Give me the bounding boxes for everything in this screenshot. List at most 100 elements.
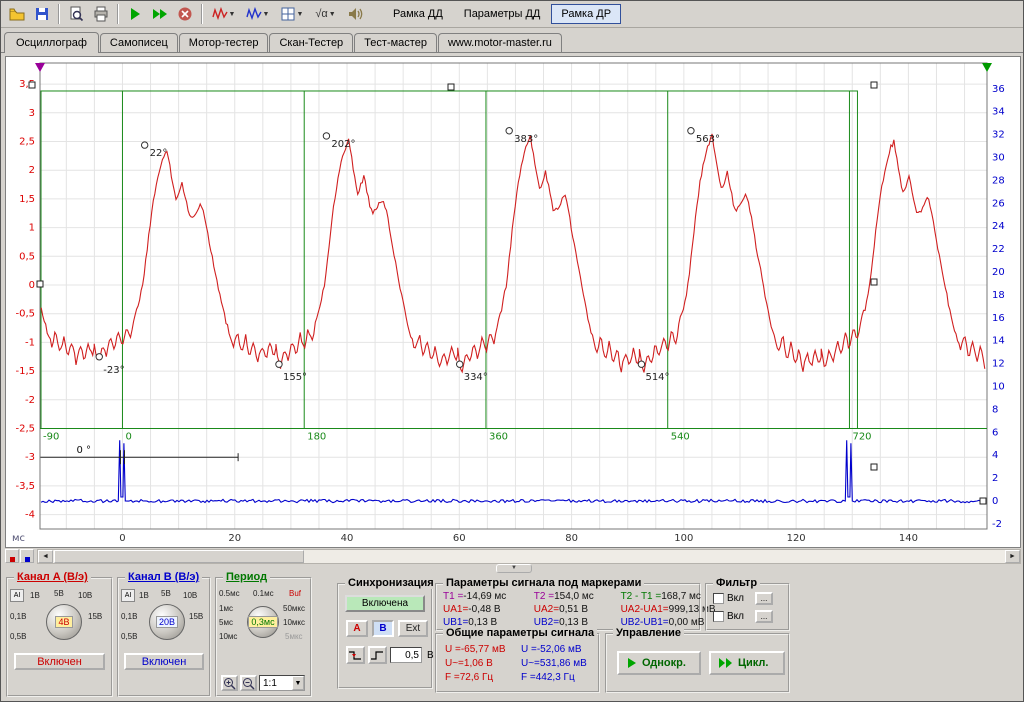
marker-params-group: Параметры сигнала под маркерами T1 =-14,… (435, 583, 701, 631)
horizontal-scrollbar[interactable]: ◄ ► (37, 549, 1021, 564)
channel-a-visibility-button[interactable] (5, 549, 19, 563)
left-axis-tick-label: -2 (25, 395, 35, 406)
start-button[interactable] (123, 3, 147, 25)
math-icon: √α (315, 8, 327, 20)
scale-label: 10мс (219, 632, 237, 641)
scrollbar-thumb[interactable] (54, 550, 304, 563)
zoom-in-icon (223, 677, 236, 690)
zoom-out-button[interactable] (240, 675, 257, 691)
period-knob[interactable]: 0,3мс (247, 606, 279, 638)
filter-a-checkbox[interactable] (713, 593, 724, 604)
zoom-out-icon (242, 677, 255, 690)
scale-label: 0,5В (121, 632, 137, 641)
drag-handle[interactable] (871, 82, 877, 88)
zoom-in-button[interactable] (221, 675, 238, 691)
left-axis-tick-label: 0,5 (19, 251, 35, 262)
signal-a-menu-button[interactable]: ▼ (207, 3, 240, 25)
peak-marker (506, 128, 512, 134)
scale-label: 10В (78, 591, 92, 600)
right-axis-tick-label: 20 (992, 267, 1005, 278)
oscilloscope-window: ▼ ▼ ▼ √α ▼ Рамка ДД Параметры ДД Рамка Д… (0, 0, 1024, 702)
signal-b-menu-button[interactable]: ▼ (241, 3, 274, 25)
filter-a-settings-button[interactable]: ... (755, 592, 773, 605)
frame-dr-button[interactable]: Рамка ДР (551, 4, 621, 24)
math-menu-button[interactable]: √α ▼ (309, 3, 342, 25)
save-file-button[interactable] (30, 3, 54, 25)
left-axis-tick-label: 0 (29, 280, 35, 291)
marker-ua-row: UA1=-0,48 В UA2=0,51 В UA2-UA1=999,13 мВ (443, 604, 716, 615)
control-panel: Канал A (В/э) АI 1В 5В 10В 0,1В 15В 0,5В… (1, 571, 1024, 702)
right-axis-tick-label: 22 (992, 244, 1005, 255)
channel-a-power-button[interactable]: Включен (14, 653, 105, 670)
filter-b-checkbox[interactable] (713, 611, 724, 622)
sync-slope-falling-button[interactable] (346, 646, 365, 664)
zoom-ratio-select[interactable]: 1:1 ▼ (259, 675, 305, 691)
channel-a-knob-value: 4В (55, 616, 72, 628)
degree-label: 360 (489, 432, 508, 443)
channel-a-coupling-button[interactable]: АI (10, 589, 24, 602)
scroll-right-button[interactable]: ► (1005, 550, 1020, 563)
dua-label: UA2-UA1= (621, 604, 669, 615)
channel-b-coupling-button[interactable]: АI (121, 589, 135, 602)
start-cyclic-button[interactable] (148, 3, 172, 25)
sync-slope-rising-button[interactable] (368, 646, 387, 664)
rising-edge-icon (370, 649, 385, 662)
play-icon (627, 658, 637, 668)
cyclic-run-button[interactable]: Цикл. (709, 651, 785, 675)
sync-source-ext-button[interactable]: Ext (398, 620, 428, 637)
sync-group: Синхронизация Включена А В Ext В (337, 583, 433, 689)
blue-dot-icon (25, 557, 30, 562)
filter-b-settings-button[interactable]: ... (755, 610, 773, 623)
params-dd-button[interactable]: Параметры ДД (454, 4, 551, 24)
open-file-button[interactable] (5, 3, 29, 25)
sync-source-a-button[interactable]: А (346, 620, 368, 637)
scale-label: 0,1В (121, 612, 137, 621)
tab-scan-tester[interactable]: Скан-Тестер (269, 33, 353, 52)
frame-dd-button[interactable]: Рамка ДД (383, 4, 453, 24)
drag-handle[interactable] (871, 279, 877, 285)
single-run-button[interactable]: Однокр. (617, 651, 701, 675)
stop-button[interactable] (173, 3, 197, 25)
sync-source-b-button[interactable]: В (372, 620, 394, 637)
waveform-b-icon (246, 6, 262, 22)
zoom-row: 1:1 ▼ (221, 675, 305, 691)
drag-handle[interactable] (37, 281, 43, 287)
trough-marker (638, 361, 644, 367)
right-axis-tick-label: 12 (992, 359, 1005, 370)
sync-enabled-button[interactable]: Включена (345, 595, 425, 612)
scroll-left-button[interactable]: ◄ (38, 550, 53, 563)
common-params-channel-b: U =-52,06 мВ U~=531,86 мВ F =442,3 Гц (521, 643, 587, 685)
drag-handle[interactable] (980, 498, 986, 504)
sync-level-input[interactable] (390, 647, 422, 663)
tab-motor-tester[interactable]: Мотор-тестер (179, 33, 269, 52)
grid-menu-button[interactable]: ▼ (275, 3, 308, 25)
channel-b-knob[interactable]: 20В (149, 604, 185, 640)
right-axis-tick-label: 2 (992, 473, 998, 484)
channel-b-power-button[interactable]: Включен (124, 653, 203, 670)
tab-oscilloscope[interactable]: Осциллограф (4, 32, 99, 53)
scale-label: 0,1В (10, 612, 26, 621)
drag-handle[interactable] (871, 464, 877, 470)
sound-button[interactable] (343, 3, 367, 25)
peak-angle-label: 383° (514, 134, 538, 145)
left-axis-tick-label: -1,5 (15, 366, 35, 377)
scope-canvas[interactable]: -9001803605407203,532,521,510,50-0,5-1-1… (6, 57, 1020, 547)
right-axis-tick-label: 10 (992, 382, 1005, 393)
drag-handle[interactable] (29, 82, 35, 88)
common-a-ac: U~=1,06 В (445, 657, 506, 671)
tab-website[interactable]: www.motor-master.ru (438, 33, 562, 52)
tab-test-master[interactable]: Тест-мастер (354, 33, 437, 52)
print-preview-button[interactable] (64, 3, 88, 25)
falling-edge-icon (348, 649, 363, 662)
drag-handle[interactable] (448, 84, 454, 90)
common-b-freq: F =442,3 Гц (521, 671, 587, 685)
oscilloscope-plot[interactable]: -9001803605407203,532,521,510,50-0,5-1-1… (5, 56, 1021, 548)
speaker-icon (347, 6, 363, 22)
scale-label: 0,5В (10, 632, 26, 641)
tab-recorder[interactable]: Самописец (100, 33, 178, 52)
channel-a-knob[interactable]: 4В (46, 604, 82, 640)
channel-b-visibility-button[interactable] (20, 549, 34, 563)
print-button[interactable] (89, 3, 113, 25)
filter-a-label: Вкл (727, 593, 744, 604)
scale-label: 15В (88, 612, 102, 621)
